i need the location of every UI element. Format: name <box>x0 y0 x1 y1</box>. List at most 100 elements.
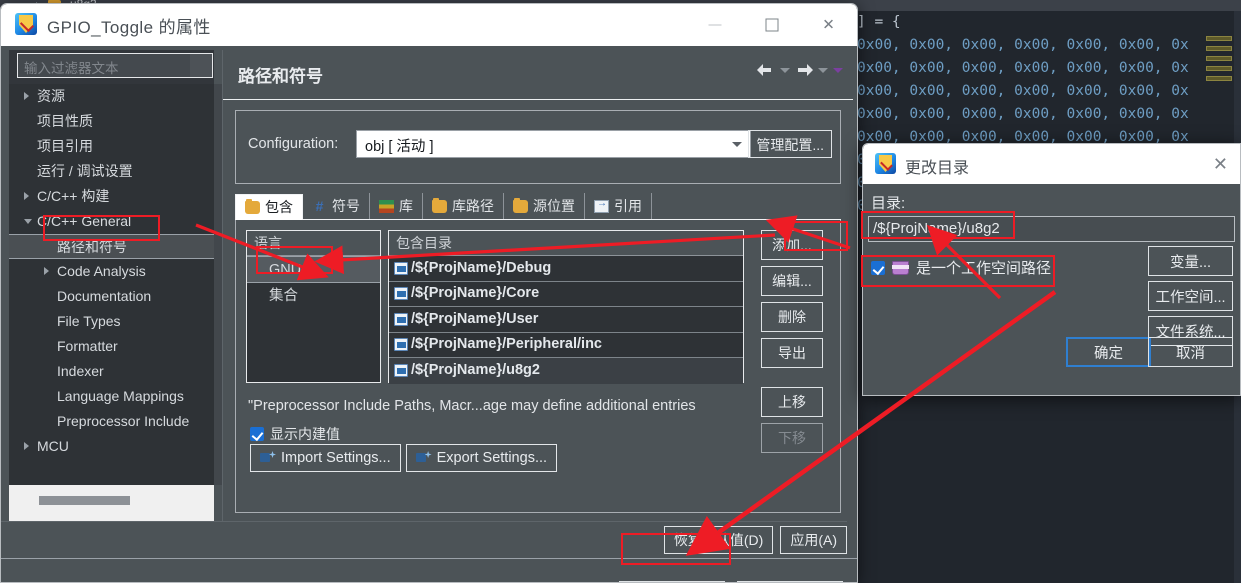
include-dir-path: /${ProjName}/u8g2 <box>411 362 540 378</box>
side-button-3[interactable]: 导出 <box>761 338 823 368</box>
sidebar-item-13[interactable]: Preprocessor Include <box>9 409 214 434</box>
page-action-row: 恢复默认值(D) 应用(A) <box>1 521 847 557</box>
include-dir-row-4[interactable]: /${ProjName}/u8g2 <box>389 358 743 384</box>
side-button-0[interactable]: 添加... <box>761 230 823 260</box>
language-row-1[interactable]: 集合 <box>247 283 380 310</box>
side-button-1[interactable]: 编辑... <box>761 266 823 296</box>
nav-horizontal-scrollbar[interactable] <box>9 485 214 521</box>
workspace-path-checkbox[interactable]: 是一个工作空间路径 <box>871 257 1051 278</box>
show-builtin-values-checkbox[interactable]: 显示内建值 <box>250 424 340 444</box>
code-line: 0x00, 0x00, 0x00, 0x00, 0x00, 0x00, 0x <box>857 106 1189 122</box>
include-dir-row-2[interactable]: /${ProjName}/User <box>389 307 743 333</box>
workspace-icon <box>892 260 909 275</box>
sidebar-item-label: 资源 <box>37 88 65 104</box>
window-title: GPIO_Toggle 的属性 <box>47 18 211 37</box>
include-dir-row-1[interactable]: /${ProjName}/Core <box>389 282 743 307</box>
code-line: 0x00, 0x00, 0x00, 0x00, 0x00, 0x00, 0x <box>857 60 1189 76</box>
configuration-select[interactable]: obj [ 活动 ] <box>356 130 751 158</box>
maximize-button[interactable] <box>743 4 800 46</box>
show-builtin-values-label: 显示内建值 <box>270 426 340 442</box>
sidebar-item-0[interactable]: 资源 <box>9 84 214 109</box>
include-dir-path: /${ProjName}/Peripheral/inc <box>411 336 602 352</box>
tab-label: 库路径 <box>452 198 494 214</box>
tab-4[interactable]: 源位置 <box>504 193 585 219</box>
source-folder-icon <box>513 197 528 213</box>
tab-0[interactable]: 包含 <box>235 194 303 220</box>
workspace-path-label: 是一个工作空间路径 <box>916 260 1052 277</box>
tab-5[interactable]: 引用 <box>585 193 652 219</box>
tab-label: 库 <box>399 198 413 214</box>
export-settings-button[interactable]: Export Settings... <box>405 444 558 472</box>
language-row-0[interactable]: GNU C <box>247 256 380 283</box>
settings-tabs: 包含 # 符号 库 库路径 源位置 引用 <box>235 193 841 220</box>
menu-caret-icon[interactable] <box>833 67 843 73</box>
forward-arrow-icon[interactable] <box>795 62 813 78</box>
directory-input[interactable]: /${ProjName}/u8g2 <box>868 216 1235 242</box>
sidebar-item-label: Language Mappings <box>57 388 184 404</box>
include-folder-icon <box>394 287 408 301</box>
tab-label: 引用 <box>614 198 642 214</box>
include-dirs-header: 包含目录 <box>389 231 743 256</box>
include-folder-icon <box>394 261 408 275</box>
import-icon <box>260 451 276 465</box>
dialog-bottom-bar: ? 应用并关闭 取消 <box>1 558 857 582</box>
page-header: 路径和符号 <box>223 50 853 100</box>
chevron-right-icon[interactable] <box>24 192 29 200</box>
chevron-right-icon[interactable] <box>24 442 29 450</box>
sidebar-item-14[interactable]: MCU <box>9 434 214 459</box>
side-button-4[interactable]: 上移 <box>761 387 823 417</box>
sidebar-item-label: MCU <box>37 438 69 454</box>
close-icon[interactable]: ✕ <box>1213 154 1228 174</box>
change-dir-cancel-button[interactable]: 取消 <box>1148 337 1233 367</box>
manage-configurations-button[interactable]: 管理配置... <box>748 130 832 158</box>
minimize-button[interactable] <box>686 4 743 46</box>
ok-button[interactable]: 确定 <box>1066 337 1151 367</box>
sidebar-item-8[interactable]: Documentation <box>9 284 214 309</box>
include-directories-list: 包含目录 /${ProjName}/Debug /${ProjName}/Core… <box>388 230 744 384</box>
sidebar-item-7[interactable]: Code Analysis <box>9 259 214 284</box>
chevron-right-icon[interactable] <box>24 92 29 100</box>
settings-tree[interactable]: 资源项目性质项目引用运行 / 调试设置 C/C++ 构建 C/C++ General… <box>9 84 214 485</box>
settings-content: 路径和符号 Configuration: obj [ 活动 ] 管理配置... … <box>222 50 853 521</box>
workspace-button[interactable]: 工作空间... <box>1148 281 1233 311</box>
import-settings-button[interactable]: Import Settings... <box>250 444 401 472</box>
sidebar-item-12[interactable]: Language Mappings <box>9 384 214 409</box>
sidebar-item-9[interactable]: File Types <box>9 309 214 334</box>
sidebar-item-1[interactable]: 项目性质 <box>9 109 214 134</box>
filter-input[interactable]: 输入过滤器文本 <box>17 53 213 78</box>
sidebar-item-label: Preprocessor Include <box>57 413 190 429</box>
change-dir-side-buttons: 变量... 工作空间... 文件系统... <box>1148 246 1233 351</box>
open-folder-icon <box>432 197 447 213</box>
sidebar-item-label: File Types <box>57 313 121 329</box>
nav-scroll-thumb[interactable] <box>39 496 130 505</box>
close-button[interactable]: ✕ <box>800 4 857 46</box>
tab-2[interactable]: 库 <box>370 193 423 219</box>
nav-vertical-scrollbar[interactable] <box>214 84 222 485</box>
change-dir-cancel-wrap: 取消 <box>1148 337 1233 372</box>
sidebar-item-6[interactable]: 路径和符号 <box>9 234 214 259</box>
include-dir-row-3[interactable]: /${ProjName}/Peripheral/inc <box>389 333 743 358</box>
sidebar-item-4[interactable]: C/C++ 构建 <box>9 184 214 209</box>
books-icon <box>379 199 394 213</box>
side-button-2[interactable]: 删除 <box>761 302 823 332</box>
sidebar-item-11[interactable]: Indexer <box>9 359 214 384</box>
page-title: 路径和符号 <box>238 67 323 86</box>
forward-history-caret-icon[interactable] <box>818 67 828 73</box>
sidebar-item-2[interactable]: 项目引用 <box>9 134 214 159</box>
restore-defaults-button[interactable]: 恢复默认值(D) <box>663 525 774 554</box>
sidebar-item-5[interactable]: C/C++ General <box>9 209 214 234</box>
sidebar-item-3[interactable]: 运行 / 调试设置 <box>9 159 214 184</box>
include-dir-row-0[interactable]: /${ProjName}/Debug <box>389 256 743 282</box>
sidebar-item-label: 运行 / 调试设置 <box>37 163 133 179</box>
language-list-header: 语言 <box>247 231 380 256</box>
apply-button[interactable]: 应用(A) <box>780 525 847 554</box>
tab-3[interactable]: 库路径 <box>423 193 504 219</box>
variables-button[interactable]: 变量... <box>1148 246 1233 276</box>
back-arrow-icon[interactable] <box>757 62 775 78</box>
sidebar-item-label: 项目性质 <box>37 113 93 129</box>
chevron-right-icon[interactable] <box>44 267 49 275</box>
chevron-down-icon[interactable] <box>24 219 32 228</box>
back-history-caret-icon[interactable] <box>780 67 790 73</box>
sidebar-item-10[interactable]: Formatter <box>9 334 214 359</box>
tab-1[interactable]: # 符号 <box>303 193 370 219</box>
